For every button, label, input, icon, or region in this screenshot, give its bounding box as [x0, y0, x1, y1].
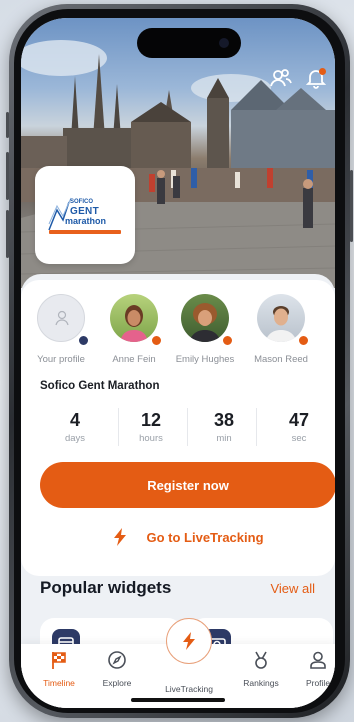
- livetracking-label: Go to LiveTracking: [146, 529, 264, 545]
- view-all-link[interactable]: View all: [270, 581, 315, 596]
- countdown-minutes: 38 min: [189, 410, 259, 444]
- avatar: [110, 294, 158, 342]
- countdown-seconds: 47 sec: [264, 410, 334, 444]
- flag-icon: [52, 652, 66, 669]
- countdown-value: 47: [288, 410, 310, 430]
- volume-up-button: [6, 152, 9, 200]
- runner-badge-icon: [297, 334, 310, 347]
- friend-your-profile[interactable]: Your profile: [26, 294, 96, 365]
- countdown-unit: sec: [291, 433, 307, 444]
- countdown-value: 12: [140, 410, 162, 430]
- add-badge-icon: [77, 334, 90, 347]
- dynamic-island: [137, 28, 241, 58]
- register-button[interactable]: Register now: [40, 462, 335, 508]
- bolt-icon: [114, 528, 127, 546]
- runner-badge-icon: [150, 334, 163, 347]
- logo-event: marathon: [65, 216, 107, 226]
- countdown-value: 38: [213, 410, 235, 430]
- users-icon[interactable]: [269, 66, 293, 90]
- tab-rankings[interactable]: Rankings: [233, 650, 289, 688]
- tab-label: Timeline: [43, 678, 75, 688]
- friends-card: Your profile Anne Fein Emily Hughes Maso…: [21, 280, 335, 376]
- app-screen: SOFICO GENT marathon Your profile Anne F…: [21, 18, 335, 708]
- friend-name: Mason Reed: [254, 354, 308, 365]
- camera-dot: [219, 38, 229, 48]
- countdown-divider: [187, 408, 188, 446]
- livetracking-link[interactable]: Go to LiveTracking: [40, 522, 335, 552]
- countdown-unit: hours: [139, 433, 163, 444]
- tab-explore[interactable]: Explore: [89, 650, 145, 688]
- tab-profile[interactable]: Profile: [290, 650, 335, 688]
- tab-label: Rankings: [243, 678, 279, 688]
- friend-name: Emily Hughes: [175, 354, 235, 365]
- notification-dot: [319, 68, 326, 75]
- power-button: [350, 170, 353, 242]
- friend-name: Anne Fein: [112, 354, 156, 365]
- countdown-days: 4 days: [40, 410, 110, 444]
- avatar: [257, 294, 305, 342]
- tab-timeline[interactable]: Timeline: [31, 650, 87, 688]
- avatar: [181, 294, 229, 342]
- countdown-divider: [256, 408, 257, 446]
- mute-switch: [6, 112, 9, 138]
- countdown-value: 4: [69, 410, 80, 430]
- event-logo[interactable]: SOFICO GENT marathon: [35, 166, 135, 264]
- tab-label: Explore: [102, 678, 132, 688]
- widgets-heading: Popular widgets: [40, 578, 172, 597]
- tab-livetracking-label[interactable]: LiveTracking: [157, 684, 221, 694]
- compass-icon: [108, 651, 126, 669]
- home-indicator: [131, 698, 225, 702]
- avatar: [37, 294, 85, 342]
- logo-underline: [49, 230, 121, 234]
- friend-anne-fein[interactable]: Anne Fein: [99, 294, 169, 365]
- livetracking-tab-button[interactable]: [166, 618, 212, 664]
- logo-sponsor: SOFICO: [70, 199, 94, 205]
- event-title: Sofico Gent Marathon: [40, 380, 160, 392]
- friend-mason-reed[interactable]: Mason Reed: [246, 294, 316, 365]
- medal-icon: [255, 651, 267, 669]
- countdown-unit: days: [64, 433, 86, 444]
- runner-badge-icon: [221, 334, 234, 347]
- countdown-hours: 12 hours: [116, 410, 186, 444]
- bell-icon[interactable]: [304, 66, 328, 90]
- person-icon: [310, 651, 326, 669]
- friend-name: Your profile: [37, 354, 85, 365]
- countdown-unit: min: [216, 433, 232, 444]
- bolt-icon: [183, 632, 195, 650]
- tab-label: Profile: [305, 678, 331, 688]
- friend-emily-hughes[interactable]: Emily Hughes: [170, 294, 240, 365]
- volume-down-button: [6, 210, 9, 258]
